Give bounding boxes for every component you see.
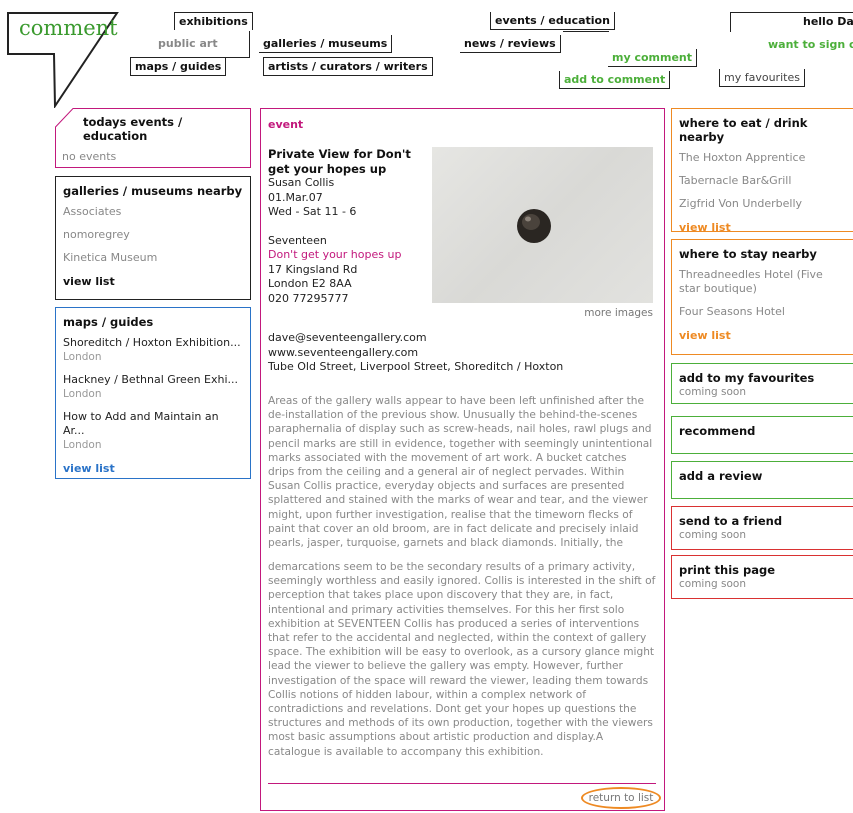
favourites-coming-soon: coming soon xyxy=(679,386,746,398)
guide-place: London xyxy=(63,439,102,451)
recommend-box[interactable]: recommend xyxy=(671,416,853,454)
nav-add-to-comment[interactable]: add to comment xyxy=(559,71,671,89)
event-panel: event Private View for Don't get your ho… xyxy=(260,108,665,811)
nav-public-art[interactable]: public art xyxy=(158,37,218,50)
stay-box: where to stay nearby Threadneedles Hotel… xyxy=(671,239,853,355)
eat-drink-box: where to eat / drink nearby The Hoxton A… xyxy=(671,108,853,234)
sign-out-link[interactable]: want to sign o xyxy=(768,38,853,51)
stay-title: where to stay nearby xyxy=(679,247,817,261)
event-address1: 17 Kingsland Rd xyxy=(268,262,358,276)
maps-guides-box: maps / guides Shoreditch / Hoxton Exhibi… xyxy=(55,307,251,479)
gallery-item[interactable]: nomoregrey xyxy=(56,225,250,248)
guide-place: London xyxy=(63,351,102,363)
galleries-nearby-title: galleries / museums nearby xyxy=(63,184,243,198)
stay-item[interactable]: Threadneedles Hotel (Five star boutique) xyxy=(672,265,853,302)
event-label: event xyxy=(268,118,304,131)
todays-box-border xyxy=(55,108,251,168)
guide-item[interactable]: How to Add and Maintain an Ar... London xyxy=(56,407,250,458)
send-coming-soon: coming soon xyxy=(679,529,746,541)
user-greeting: hello Da xyxy=(803,15,853,28)
event-address2: London E2 8AA xyxy=(268,277,352,290)
eat-item[interactable]: Zigfrid Von Underbelly xyxy=(672,194,853,217)
send-friend-title: send to a friend xyxy=(679,514,783,528)
event-artist: Susan Collis xyxy=(268,176,335,189)
nav-my-comment[interactable]: my comment xyxy=(608,49,698,67)
event-title: Private View for Don't get your hopes up xyxy=(268,147,411,176)
event-description: Areas of the gallery walls appear to hav… xyxy=(268,394,656,759)
event-hours: Wed - Sat 11 - 6 xyxy=(268,205,357,218)
print-coming-soon: coming soon xyxy=(679,578,746,590)
event-email[interactable]: dave@seventeengallery.com xyxy=(268,331,563,346)
eat-item[interactable]: Tabernacle Bar&Grill xyxy=(672,171,853,194)
event-description-part2: demarcations seem to be the secondary re… xyxy=(268,561,656,758)
nav-my-favourites[interactable]: my favourites xyxy=(719,69,805,87)
event-website[interactable]: www.seventeengallery.com xyxy=(268,346,563,361)
nav-events-education[interactable]: events / education xyxy=(490,12,615,30)
gallery-item[interactable]: Kinetica Museum xyxy=(56,248,250,271)
gallery-item[interactable]: Associates xyxy=(56,202,250,225)
guide-item[interactable]: Shoreditch / Hoxton Exhibition... London xyxy=(56,333,250,370)
event-exhibition-link[interactable]: Don't get your hopes up xyxy=(268,248,428,263)
event-phone: 020 77295777 xyxy=(268,291,349,305)
event-tube: Tube Old Street, Liverpool Street, Shore… xyxy=(268,360,564,373)
print-page-box[interactable]: print this page coming soon xyxy=(671,555,853,599)
return-to-list-button[interactable]: return to list xyxy=(581,787,661,809)
event-contact: dave@seventeengallery.com www.seventeeng… xyxy=(268,331,563,375)
logo-text: comment xyxy=(19,16,118,40)
nav-galleries-museums[interactable]: galleries / museums xyxy=(259,35,393,53)
eat-drink-title: where to eat / drink nearby xyxy=(679,116,808,144)
nav-divider xyxy=(563,31,609,32)
recommend-title: recommend xyxy=(679,424,756,438)
guide-name: How to Add and Maintain an Ar... xyxy=(63,410,219,437)
event-venue[interactable]: Seventeen xyxy=(268,234,428,249)
galleries-view-list-link[interactable]: view list xyxy=(56,271,250,294)
nav-connector xyxy=(218,31,250,58)
print-page-title: print this page xyxy=(679,563,776,577)
galleries-nearby-box: galleries / museums nearby Associates no… xyxy=(55,176,251,300)
more-images-link[interactable]: more images xyxy=(561,307,653,319)
nav-exhibitions[interactable]: exhibitions xyxy=(174,12,253,30)
maps-guides-title: maps / guides xyxy=(63,315,154,329)
screw-photo xyxy=(517,209,551,243)
nav-artists-curators-writers[interactable]: artists / curators / writers xyxy=(263,57,433,76)
event-image[interactable] xyxy=(432,147,653,303)
guide-name: Hackney / Bethnal Green Exhi... xyxy=(63,373,239,386)
todays-events-box: todays events / education no events xyxy=(55,108,251,168)
event-divider xyxy=(268,783,656,784)
eat-view-list-link[interactable]: view list xyxy=(672,217,853,240)
event-date: 01.Mar.07 xyxy=(268,190,323,204)
guide-name: Shoreditch / Hoxton Exhibition... xyxy=(63,336,241,349)
favourites-box[interactable]: add to my favourites coming soon xyxy=(671,363,853,404)
nav-maps-guides[interactable]: maps / guides xyxy=(130,57,227,76)
guide-place: London xyxy=(63,388,102,400)
event-info: Private View for Don't get your hopes up… xyxy=(268,147,428,306)
add-review-box[interactable]: add a review xyxy=(671,461,853,499)
nav-news-reviews[interactable]: news / reviews xyxy=(460,35,561,53)
send-friend-box[interactable]: send to a friend coming soon xyxy=(671,506,853,550)
stay-item[interactable]: Four Seasons Hotel xyxy=(672,302,853,325)
event-description-part1: Areas of the gallery walls appear to hav… xyxy=(268,395,653,550)
stay-view-list-link[interactable]: view list xyxy=(672,325,853,348)
add-review-title: add a review xyxy=(679,469,763,483)
add-favourites-title: add to my favourites xyxy=(679,371,815,385)
maps-view-list-link[interactable]: view list xyxy=(56,458,250,481)
guide-item[interactable]: Hackney / Bethnal Green Exhi... London xyxy=(56,370,250,407)
eat-item[interactable]: The Hoxton Apprentice xyxy=(672,148,853,171)
